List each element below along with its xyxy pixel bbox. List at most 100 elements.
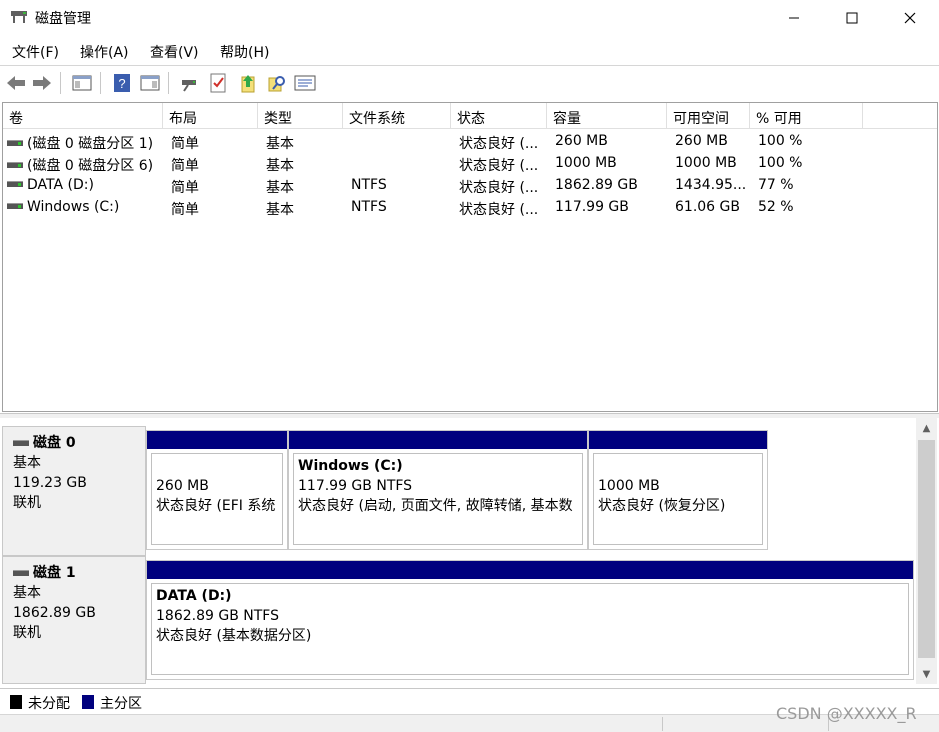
forward-button[interactable] (31, 72, 53, 94)
status-separator (662, 717, 663, 731)
show-hide-console-tree-button[interactable] (71, 72, 93, 94)
disk-type: 基本 (13, 585, 41, 601)
watermark: CSDN @XXXXX_R (776, 704, 917, 723)
legend-primary-partition: 主分区 (100, 696, 142, 712)
column-header-status[interactable]: 状态 (451, 103, 547, 129)
close-button[interactable] (881, 0, 939, 36)
console-tree-icon (72, 75, 92, 91)
partition-windows-c[interactable]: Windows (C:) 117.99 GB NTFS 状态良好 (启动, 页面… (288, 430, 588, 550)
primary-partition-bar (589, 431, 767, 449)
volume-icon (7, 203, 23, 209)
menu-file[interactable]: 文件(F) (12, 42, 59, 62)
menu-action[interactable]: 操作(A) (80, 42, 129, 62)
menu-bar: 文件(F) 操作(A) 查看(V) 帮助(H) (0, 38, 939, 64)
cell-percent-free: 100 % (758, 155, 803, 171)
help-icon: ? (114, 74, 130, 92)
maximize-button[interactable] (823, 0, 881, 36)
menu-help[interactable]: 帮助(H) (220, 42, 269, 62)
cell-file-system: NTFS (351, 199, 387, 215)
properties-button[interactable] (294, 72, 316, 94)
table-row[interactable]: Windows (C:) 简单 基本 NTFS 状态良好 (... 117.99… (3, 197, 937, 219)
disk-1-label[interactable]: 磁盘 1 基本 1862.89 GB 联机 (2, 556, 146, 684)
search-button[interactable] (266, 72, 288, 94)
cell-status: 状态良好 (... (459, 136, 539, 152)
properties-icon (294, 75, 316, 91)
cell-free-space: 1434.95... (675, 177, 747, 193)
checklist-button[interactable] (207, 72, 229, 94)
cell-layout: 简单 (171, 158, 199, 174)
partition-name (156, 456, 282, 476)
volume-icon (7, 181, 23, 187)
partition-data-d[interactable]: DATA (D:) 1862.89 GB NTFS 状态良好 (基本数据分区) (146, 560, 914, 680)
column-header-capacity[interactable]: 容量 (547, 103, 667, 129)
cell-type: 基本 (266, 202, 294, 218)
column-header-type[interactable]: 类型 (258, 103, 343, 129)
rescan-disks-button[interactable] (237, 72, 259, 94)
cell-percent-free: 52 % (758, 199, 794, 215)
toolbar-separator (60, 72, 61, 94)
help-button[interactable]: ? (111, 72, 133, 94)
cell-type: 基本 (266, 136, 294, 152)
primary-partition-bar (147, 561, 913, 579)
cell-capacity: 1862.89 GB (555, 177, 638, 193)
disk-management-icon (11, 11, 27, 23)
cell-type: 基本 (266, 180, 294, 196)
cell-free-space: 1000 MB (675, 155, 737, 171)
partition-status: 状态良好 (恢复分区) (598, 498, 726, 514)
menu-view[interactable]: 查看(V) (150, 42, 199, 62)
partition-name: DATA (D:) (156, 588, 232, 604)
column-header-free-space[interactable]: 可用空间 (667, 103, 750, 129)
volume-icon (7, 162, 23, 168)
cell-free-space: 260 MB (675, 133, 728, 149)
column-header-percent-free[interactable]: % 可用 (750, 103, 863, 129)
maximize-icon (846, 12, 858, 24)
partition-size: 117.99 GB NTFS (298, 478, 413, 494)
cell-type: 基本 (266, 158, 294, 174)
partition-recovery[interactable]: 1000 MB 状态良好 (恢复分区) (588, 430, 768, 550)
cell-percent-free: 77 % (758, 177, 794, 193)
action-pane-icon (140, 75, 160, 91)
disk-size: 1862.89 GB (13, 605, 96, 621)
disk-name: 磁盘 1 (33, 565, 76, 581)
column-header-file-system[interactable]: 文件系统 (343, 103, 451, 129)
cell-capacity: 1000 MB (555, 155, 617, 171)
show-hide-action-pane-button[interactable] (139, 72, 161, 94)
column-header-layout[interactable]: 布局 (163, 103, 258, 129)
back-arrow-icon (7, 76, 25, 90)
vertical-scrollbar[interactable]: ▲ ▼ (916, 418, 937, 684)
search-icon (268, 76, 285, 92)
table-row[interactable]: (磁盘 0 磁盘分区 1) 简单 基本 状态良好 (... 260 MB 260… (3, 131, 937, 153)
cell-layout: 简单 (171, 180, 199, 196)
partition-status: 状态良好 (基本数据分区) (156, 628, 312, 644)
scroll-down-icon[interactable]: ▼ (916, 664, 937, 684)
minimize-button[interactable] (765, 0, 823, 36)
disk-0-label[interactable]: 磁盘 0 基本 119.23 GB 联机 (2, 426, 146, 556)
back-button[interactable] (5, 72, 27, 94)
connect-virtual-drive-button[interactable] (179, 72, 201, 94)
partition-efi[interactable]: 260 MB 状态良好 (EFI 系统 (146, 430, 288, 550)
table-row[interactable]: (磁盘 0 磁盘分区 6) 简单 基本 状态良好 (... 1000 MB 10… (3, 153, 937, 175)
toolbar-separator (168, 72, 169, 94)
svg-text:?: ? (118, 76, 125, 91)
cell-volume: Windows (C:) (27, 199, 120, 215)
disk-icon (13, 570, 29, 576)
scrollbar-thumb[interactable] (918, 440, 935, 658)
scroll-up-icon[interactable]: ▲ (916, 418, 937, 438)
disk-status: 联机 (13, 495, 41, 511)
checklist-icon (210, 73, 226, 93)
cell-status: 状态良好 (... (459, 202, 539, 218)
partition-size: 260 MB (156, 478, 209, 494)
cell-free-space: 61.06 GB (675, 199, 740, 215)
unallocated-swatch (10, 695, 22, 709)
partition-status: 状态良好 (启动, 页面文件, 故障转储, 基本数 (298, 498, 573, 514)
cell-volume: (磁盘 0 磁盘分区 1) (27, 136, 154, 152)
disk-size: 119.23 GB (13, 475, 87, 491)
table-row[interactable]: DATA (D:) 简单 基本 NTFS 状态良好 (... 1862.89 G… (3, 175, 937, 197)
disk-name: 磁盘 0 (33, 435, 76, 451)
disk-graphical-view: 磁盘 0 基本 119.23 GB 联机 260 MB 状态良好 (EFI 系统… (2, 418, 916, 684)
volume-list: 卷 布局 类型 文件系统 状态 容量 可用空间 % 可用 (磁盘 0 磁盘分区 … (2, 102, 938, 412)
cell-layout: 简单 (171, 202, 199, 218)
disk-type: 基本 (13, 455, 41, 471)
column-header-volume[interactable]: 卷 (3, 103, 163, 129)
cell-file-system: NTFS (351, 177, 387, 193)
